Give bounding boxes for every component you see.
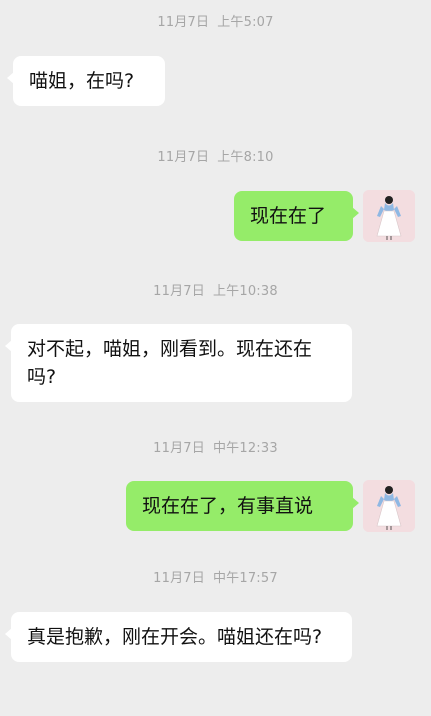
timestamp-time: 中午17:57 [212, 571, 278, 586]
user-avatar[interactable] [363, 190, 415, 242]
message-text: 现在在了 [250, 205, 327, 227]
timestamp: 11月7日 中午12:33 [0, 437, 431, 456]
message-text: 现在在了，有事直说 [142, 495, 314, 517]
incoming-message-bubble[interactable]: 真是抱歉，刚在开会。喵姐还在吗? [5, 612, 352, 662]
timestamp: 11月7日 上午8:10 [0, 146, 431, 165]
timestamp: 11月7日 中午17:57 [0, 567, 431, 586]
message-text: 喵姐，在吗? [29, 70, 135, 92]
outgoing-message-bubble[interactable]: 现在在了，有事直说 [126, 481, 359, 531]
timestamp-date: 11月7日 [157, 150, 210, 165]
timestamp-date: 11月7日 [153, 284, 205, 299]
timestamp-time: 上午8:10 [217, 150, 274, 165]
timestamp-date: 11月7日 [153, 571, 205, 586]
timestamp-time: 中午12:33 [212, 441, 278, 456]
timestamp-date: 11月7日 [157, 15, 210, 30]
user-avatar[interactable] [363, 480, 415, 532]
timestamp: 11月7日 上午5:07 [0, 11, 431, 30]
incoming-message-bubble[interactable]: 对不起，喵姐，刚看到。现在还在吗? [5, 324, 352, 402]
girl-in-white-dress-avatar-icon [363, 190, 415, 242]
timestamp: 11月7日 上午10:38 [0, 280, 431, 299]
girl-in-white-dress-avatar-icon [363, 480, 415, 532]
incoming-message-bubble[interactable]: 喵姐，在吗? [7, 56, 165, 106]
chat-thread: 11月7日 上午5:07 喵姐，在吗? 11月7日 上午8:10 现在在了 11月7… [0, 0, 431, 716]
timestamp-time: 上午5:07 [217, 15, 274, 30]
message-text: 真是抱歉，刚在开会。喵姐还在吗? [27, 626, 323, 648]
outgoing-message-bubble[interactable]: 现在在了 [234, 191, 359, 241]
timestamp-date: 11月7日 [153, 441, 205, 456]
timestamp-time: 上午10:38 [212, 284, 278, 299]
message-text: 对不起，喵姐，刚看到。现在还在吗? [27, 338, 313, 388]
